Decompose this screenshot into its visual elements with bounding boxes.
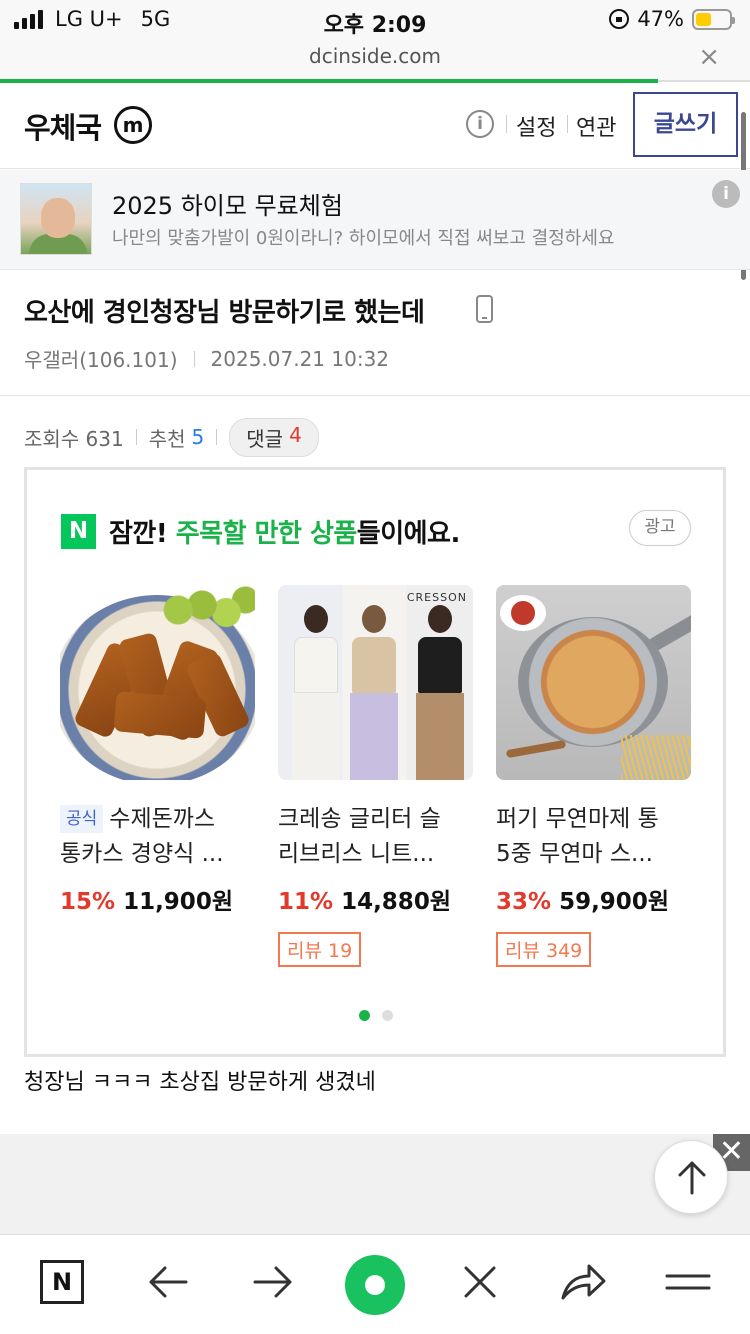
battery-icon [692, 8, 735, 30]
recommend-label: 추천 [148, 426, 186, 451]
carousel-dots[interactable] [359, 1010, 393, 1021]
official-tag: 공식 [60, 805, 104, 833]
battery-percent: 47% [637, 7, 684, 31]
product-name[interactable]: 퍼기 무연마제 통 5중 무연마 스... [496, 802, 691, 872]
shopping-heading: 잠깐! 주목할 만한 상품들이에요. [109, 519, 460, 549]
ad-thumbnail[interactable] [20, 183, 92, 255]
arrow-left-icon [149, 1266, 188, 1298]
post-body: 청장님 ㅋㅋㅋ 초상집 방문하게 생겼네 [24, 1070, 376, 1095]
carousel-dot[interactable] [382, 1010, 393, 1021]
post-datetime: 2025.07.21 10:32 [210, 346, 390, 371]
ad-placeholder [0, 1134, 750, 1234]
mobile-icon [476, 295, 493, 323]
info-icon[interactable]: i [466, 110, 494, 138]
arrow-right-icon [253, 1266, 292, 1298]
settings-link[interactable]: 설정 [516, 110, 556, 142]
comments-count: 4 [289, 422, 302, 447]
naver-home-button[interactable]: N [37, 1257, 87, 1307]
battery-fill [696, 12, 712, 26]
share-button[interactable] [558, 1257, 608, 1307]
product-card[interactable]: 퍼기 무연마제 통 5중 무연마 스... 33% 59,900원 리뷰 349 [496, 585, 691, 967]
view-count: 조회수 631 [24, 426, 124, 451]
ad-info-icon[interactable]: i [712, 180, 740, 208]
naver-icon: N [40, 1260, 84, 1304]
url-bar[interactable]: dcinside.com × [0, 40, 750, 80]
product-price: 15% 11,900원 [60, 889, 233, 915]
divider [0, 395, 750, 396]
post-author[interactable]: 우갤러(106.101) [24, 344, 178, 373]
url-text[interactable]: dcinside.com [0, 44, 750, 68]
product-image[interactable]: CRESSON [278, 585, 473, 780]
hamburger-menu-icon [665, 1274, 711, 1290]
back-button[interactable] [143, 1257, 193, 1307]
share-icon [561, 1264, 606, 1300]
recommend-count: 5 [191, 425, 205, 449]
shopping-ad: N 잠깐! 주목할 만한 상품들이에요. 광고 공식 수제돈까스 통카스 경양식 .… [24, 467, 726, 1057]
related-link[interactable]: 연관 [576, 110, 616, 142]
write-button[interactable]: 글쓰기 [633, 92, 738, 157]
green-dot-icon [345, 1255, 405, 1315]
bottom-toolbar: N [0, 1234, 750, 1334]
close-tab-button[interactable] [455, 1257, 505, 1307]
product-price: 33% 59,900원 [496, 889, 669, 915]
ad-badge[interactable]: 광고 [629, 510, 691, 546]
gallery-header: 우체국 m i 설정 연관 글쓰기 [0, 83, 750, 169]
arrow-up-icon [678, 1161, 706, 1195]
minor-gallery-icon: m [114, 106, 152, 144]
ad-subtitle[interactable]: 나만의 맞춤가발이 0원이라니? 하이모에서 직접 써보고 결정하세요 [112, 224, 614, 250]
post-title: 오산에 경인청장님 방문하기로 했는데 [24, 298, 425, 328]
comments-button[interactable]: 댓글 4 [229, 417, 319, 457]
rotation-lock-icon [609, 9, 630, 29]
comments-label: 댓글 [246, 426, 284, 451]
divider [506, 115, 507, 133]
menu-button[interactable] [663, 1257, 713, 1307]
top-banner-ad[interactable]: 2025 하이모 무료체험 나만의 맞춤가발이 0원이라니? 하이모에서 직접 … [0, 170, 750, 270]
product-card[interactable]: 공식 수제돈까스 통카스 경양식 ... 15% 11,900원 [60, 585, 255, 916]
ad-title[interactable]: 2025 하이모 무료체험 [112, 186, 343, 221]
brand-mark: CRESSON [406, 591, 467, 604]
close-icon[interactable]: × [698, 42, 720, 72]
product-name[interactable]: 크레송 글리터 슬 리브리스 니트... [278, 802, 473, 872]
green-dot-button[interactable] [345, 1255, 405, 1315]
forward-button[interactable] [248, 1257, 298, 1307]
review-badge: 리뷰 349 [496, 932, 592, 967]
page-load-track [658, 80, 750, 82]
product-price: 11% 14,880원 [278, 889, 451, 915]
review-badge: 리뷰 19 [278, 932, 362, 967]
post-stats: 조회수 631 추천 5 댓글 4 [24, 417, 319, 457]
close-icon [464, 1266, 496, 1298]
product-image[interactable] [60, 585, 255, 780]
product-name[interactable]: 공식 수제돈까스 통카스 경양식 ... [60, 802, 255, 872]
post-meta: 우갤러(106.101) 2025.07.21 10:32 [24, 344, 389, 373]
product-image[interactable] [496, 585, 691, 780]
naver-logo: N [61, 514, 96, 549]
carousel-dot-active[interactable] [359, 1010, 370, 1021]
scroll-to-top-button[interactable] [654, 1140, 728, 1214]
status-bar: LG U+ 5G 오후 2:09 47% [0, 0, 750, 40]
divider [567, 115, 568, 133]
product-card[interactable]: CRESSON 크레송 글리터 슬 리브리스 니트... 11% 14,880원 리… [278, 585, 473, 967]
gallery-title[interactable]: 우체국 [24, 105, 102, 147]
